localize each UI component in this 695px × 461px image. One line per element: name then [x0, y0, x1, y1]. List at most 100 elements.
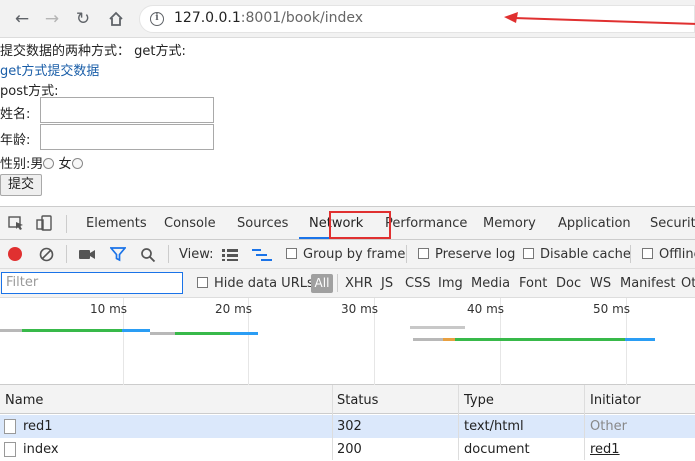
url-text[interactable]: 127.0.0.1:8001/book/index	[174, 10, 363, 26]
document-icon	[4, 419, 16, 434]
offline-checkbox[interactable]	[642, 248, 653, 259]
preserve-log-label: Preserve log	[435, 247, 516, 262]
filter-bar: Filter Hide data URLs All XHR JS CSS Img…	[0, 269, 695, 298]
filter-icon[interactable]	[110, 247, 126, 262]
waterfall-bar	[175, 332, 230, 335]
separator	[630, 245, 631, 263]
hide-data-urls-label: Hide data URLs	[214, 276, 314, 291]
tab-security[interactable]: Security	[650, 216, 695, 231]
tick-label: 50 ms	[593, 302, 631, 316]
table-row[interactable]: red1 302 text/html Other	[0, 415, 695, 438]
inspect-element-icon[interactable]	[8, 215, 26, 231]
filter-media[interactable]: Media	[471, 276, 510, 291]
column-divider[interactable]	[458, 385, 459, 460]
requests-table: Name Status Type Initiator red1 302 text…	[0, 385, 695, 460]
waterfall-bar	[455, 338, 625, 341]
request-name: red1	[23, 419, 53, 434]
waterfall-bar	[22, 329, 122, 332]
clear-icon[interactable]	[39, 247, 54, 262]
request-status: 302	[337, 419, 362, 434]
offline-option[interactable]: Offline	[642, 247, 695, 262]
male-radio[interactable]	[43, 158, 55, 169]
hide-data-urls-option[interactable]: Hide data URLs	[197, 276, 314, 291]
request-initiator: Other	[590, 419, 627, 434]
filter-other[interactable]: Ot	[681, 276, 695, 291]
tab-performance[interactable]: Performance	[385, 216, 467, 231]
submit-button[interactable]: 提交	[0, 174, 42, 196]
separator	[406, 245, 407, 263]
forward-arrow-icon[interactable]: →	[42, 9, 62, 29]
column-divider[interactable]	[332, 385, 333, 460]
female-radio[interactable]	[71, 158, 83, 169]
request-initiator-link[interactable]: red1	[590, 442, 620, 457]
address-bar[interactable]: i 127.0.0.1:8001/book/index	[139, 5, 695, 33]
reload-icon[interactable]: ↻	[73, 9, 93, 29]
device-toolbar-icon[interactable]	[36, 215, 54, 231]
waterfall-bar	[122, 329, 150, 332]
large-rows-icon[interactable]	[222, 249, 238, 261]
preserve-log-checkbox[interactable]	[418, 248, 429, 259]
devtools-panel: Elements Console Sources Network Perform…	[0, 206, 695, 460]
tick-label: 30 ms	[341, 302, 379, 316]
disable-cache-checkbox[interactable]	[523, 248, 534, 259]
waterfall-bar	[625, 338, 655, 341]
filter-font[interactable]: Font	[519, 276, 547, 291]
table-header: Name Status Type Initiator	[0, 385, 695, 414]
page-content: 提交数据的两种方式： get方式: get方式提交数据 post方式: 姓名: …	[0, 38, 695, 206]
column-status[interactable]: Status	[337, 393, 378, 408]
preserve-log-option[interactable]: Preserve log	[418, 247, 515, 262]
filter-input[interactable]: Filter	[1, 272, 183, 294]
filter-manifest[interactable]: Manifest	[620, 276, 675, 291]
gender-row: 性别:男 女	[0, 153, 83, 172]
column-initiator[interactable]: Initiator	[590, 393, 641, 408]
home-icon[interactable]	[106, 9, 126, 29]
column-divider[interactable]	[584, 385, 585, 460]
filter-xhr[interactable]: XHR	[345, 276, 373, 291]
table-row[interactable]: index 200 document red1	[0, 438, 695, 461]
view-label: View:	[179, 247, 214, 262]
disable-cache-label: Disable cache	[540, 247, 631, 262]
filter-css[interactable]: CSS	[405, 276, 431, 291]
tab-sources[interactable]: Sources	[237, 216, 288, 231]
back-arrow-icon[interactable]: ←	[12, 9, 32, 29]
filter-js[interactable]: JS	[381, 276, 393, 291]
column-type[interactable]: Type	[464, 393, 494, 408]
filter-all-button[interactable]: All	[311, 274, 333, 293]
age-input[interactable]	[40, 124, 214, 150]
tab-application[interactable]: Application	[558, 216, 631, 231]
waterfall-overview-icon[interactable]	[252, 249, 272, 261]
filter-doc[interactable]: Doc	[556, 276, 581, 291]
waterfall-bar	[150, 332, 175, 335]
separator	[66, 245, 67, 263]
separator	[66, 215, 67, 233]
tab-elements[interactable]: Elements	[86, 216, 147, 231]
female-label: 女	[58, 157, 72, 172]
name-label: 姓名:	[0, 107, 31, 122]
group-by-frame-checkbox[interactable]	[286, 248, 297, 259]
network-overview[interactable]: 10 ms 20 ms 30 ms 40 ms 50 ms	[0, 298, 695, 385]
separator	[337, 274, 338, 292]
tick-label: 40 ms	[467, 302, 505, 316]
request-name: index	[23, 442, 59, 457]
network-controls: View: Group by frame Preserve log Disabl…	[0, 240, 695, 269]
tab-console[interactable]: Console	[164, 216, 216, 231]
waterfall-bar	[413, 338, 443, 341]
record-icon[interactable]	[8, 247, 22, 261]
info-icon[interactable]: i	[150, 12, 164, 26]
column-name[interactable]: Name	[5, 393, 43, 408]
browser-toolbar: ← → ↻ i 127.0.0.1:8001/book/index	[0, 0, 695, 38]
group-by-frame-option[interactable]: Group by frame	[286, 247, 405, 262]
tab-memory[interactable]: Memory	[483, 216, 536, 231]
disable-cache-option[interactable]: Disable cache	[523, 247, 631, 262]
filter-img[interactable]: Img	[438, 276, 463, 291]
name-input[interactable]	[40, 97, 214, 123]
tick-label: 20 ms	[215, 302, 253, 316]
filter-ws[interactable]: WS	[590, 276, 611, 291]
search-icon[interactable]	[140, 247, 156, 263]
get-link[interactable]: get方式提交数据	[0, 60, 99, 79]
intro-text: 提交数据的两种方式： get方式:	[0, 44, 186, 59]
capture-screenshots-icon[interactable]	[78, 248, 96, 261]
waterfall-bar	[443, 338, 455, 341]
male-label: 男	[30, 157, 44, 172]
hide-data-urls-checkbox[interactable]	[197, 277, 208, 288]
